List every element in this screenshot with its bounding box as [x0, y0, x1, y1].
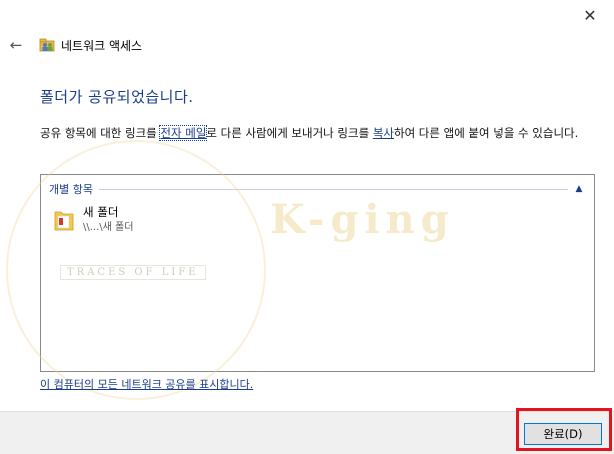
- chevron-up-icon[interactable]: ▲: [572, 184, 586, 194]
- description-text: 공유 항목에 대한 링크를 전자 메일로 다른 사람에게 보내거나 링크를 복사…: [40, 124, 600, 142]
- group-header[interactable]: 개별 항목 ▲: [49, 181, 586, 197]
- footer-bar: 완료(D): [0, 411, 614, 454]
- group-label: 개별 항목: [49, 183, 93, 196]
- back-arrow-icon: ←: [9, 36, 23, 54]
- finish-button[interactable]: 완료(D): [524, 423, 602, 445]
- email-link[interactable]: 전자 메일: [159, 125, 208, 141]
- nav-row: ← 네트워크 액세스: [8, 33, 142, 57]
- wizard-window: ✕ ← 네트워크 액세스 폴더가 공유되었습니다. 공유 항목에 대한 링크를 …: [0, 0, 614, 454]
- item-path: \\...\새 폴더: [83, 222, 134, 233]
- shared-items-list: 개별 항목 ▲ 새 폴더 \\...\새 폴더: [40, 174, 595, 372]
- close-icon: ✕: [583, 5, 597, 25]
- back-button[interactable]: ←: [8, 36, 24, 54]
- item-name: 새 폴더: [83, 205, 119, 219]
- show-all-shares-link[interactable]: 이 컴퓨터의 모든 네트워크 공유를 표시합니다.: [40, 376, 253, 392]
- group-divider: [98, 188, 568, 190]
- page-heading: 폴더가 공유되었습니다.: [40, 88, 194, 106]
- desc-part-1: 공유 항목에 대한 링크를: [40, 126, 161, 140]
- shared-folder-icon: [54, 211, 74, 231]
- network-sharing-icon: [39, 38, 55, 52]
- window-title: 네트워크 액세스: [61, 38, 143, 53]
- desc-part-2: 로 다른 사람에게 보내거나 링크를: [206, 126, 373, 140]
- copy-link[interactable]: 복사: [373, 126, 394, 140]
- list-item[interactable]: 새 폴더 \\...\새 폴더: [53, 205, 133, 239]
- close-button[interactable]: ✕: [576, 4, 604, 26]
- desc-part-3: 하여 다른 앱에 붙여 넣을 수 있습니다.: [393, 126, 579, 140]
